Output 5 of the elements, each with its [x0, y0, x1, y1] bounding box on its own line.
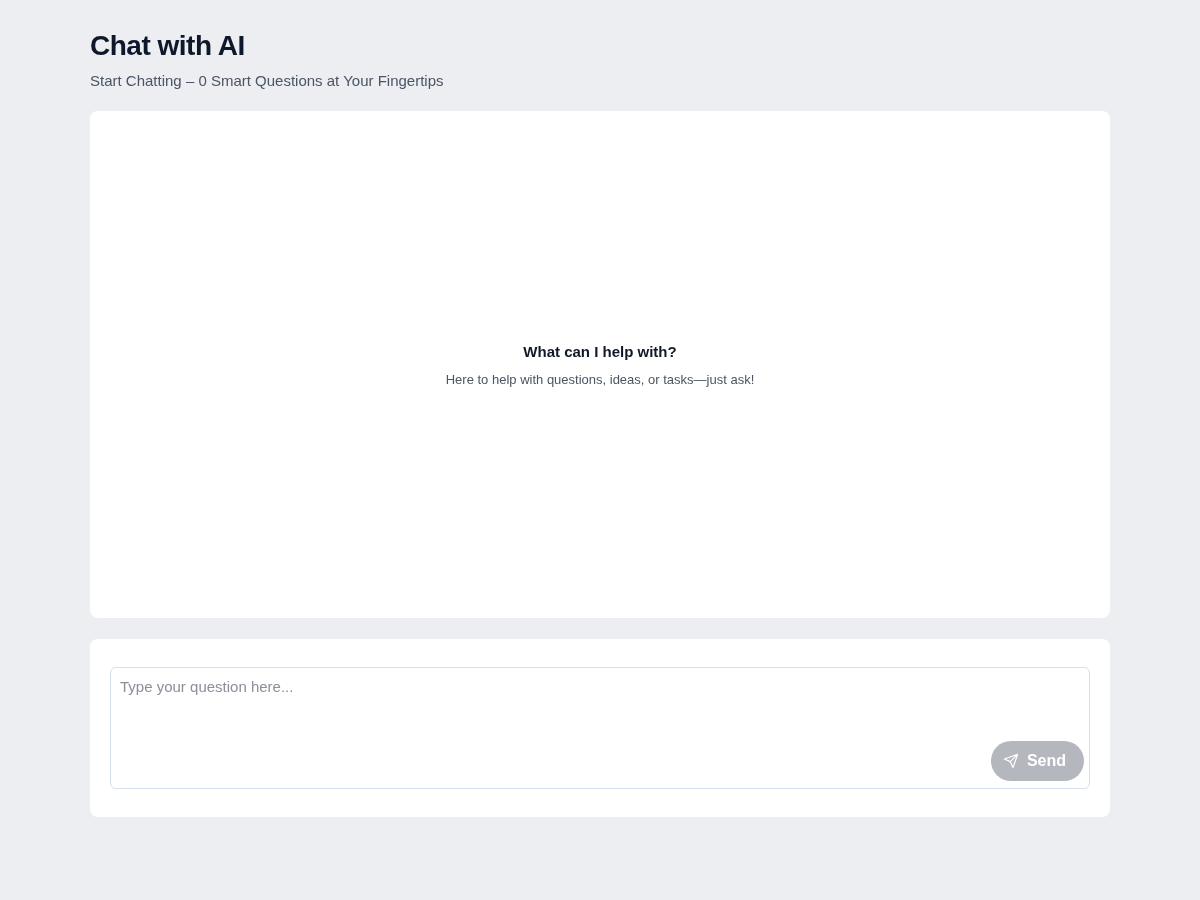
empty-state-text: Here to help with questions, ideas, or tasks—just ask! [445, 371, 755, 387]
page-title: Chat with AI [90, 30, 246, 62]
page-subtitle: Start Chatting – 0 Smart Questions at Your Fingertips [90, 72, 444, 89]
paper-plane-icon [1002, 753, 1019, 769]
empty-state-title: What can I help with? [523, 342, 677, 360]
